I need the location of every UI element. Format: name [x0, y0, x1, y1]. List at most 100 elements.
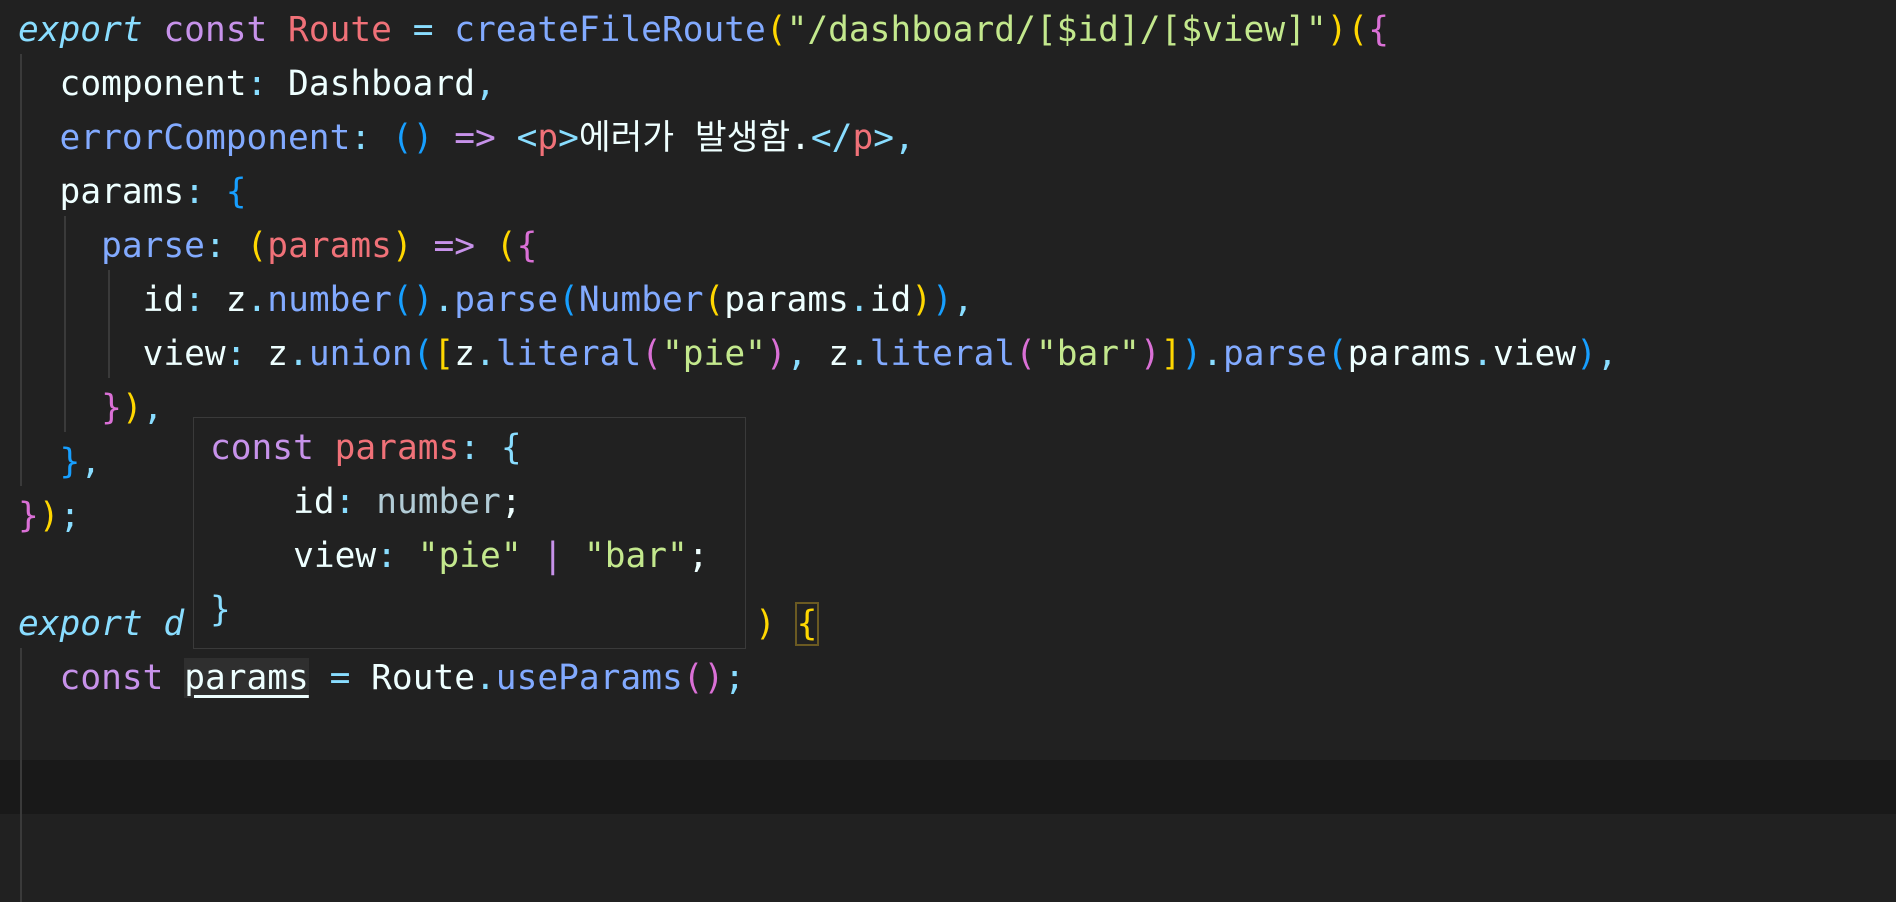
token: )	[38, 496, 60, 536]
token: .	[1202, 334, 1223, 374]
token: ]	[1160, 334, 1182, 374]
token: ,	[952, 280, 974, 320]
token: )	[755, 604, 776, 644]
code-line-4[interactable]: params: {	[18, 165, 1896, 219]
token: params	[59, 172, 185, 212]
token: :	[350, 118, 372, 158]
token: Route	[371, 658, 476, 698]
token: component	[59, 64, 247, 104]
token: .	[246, 280, 268, 320]
token: id	[142, 280, 185, 320]
token: >	[873, 118, 894, 158]
token: ()	[391, 118, 434, 158]
token: >	[558, 118, 579, 158]
token: union	[308, 334, 413, 374]
token: ,	[786, 334, 808, 374]
token: z	[225, 280, 247, 320]
token: =	[412, 10, 434, 50]
token: )	[765, 334, 787, 374]
token: )	[1326, 10, 1348, 50]
token: =	[329, 658, 351, 698]
token: {	[516, 226, 538, 266]
token: )	[911, 280, 933, 320]
token: view	[1493, 334, 1577, 374]
hovered-identifier[interactable]: params	[184, 658, 309, 698]
token: params	[724, 280, 849, 320]
token: parse	[101, 226, 205, 266]
token: <	[516, 118, 538, 158]
code-line-2[interactable]: component: Dashboard,	[18, 57, 1896, 111]
token: ;	[59, 496, 81, 536]
token: )	[121, 388, 143, 428]
token: :	[376, 536, 397, 576]
token: {	[500, 428, 522, 468]
token: )	[1139, 334, 1161, 374]
token: {	[1368, 10, 1389, 50]
token: "pie"	[662, 334, 766, 374]
matched-bracket: {	[794, 602, 820, 646]
token: }	[18, 496, 39, 536]
token: (	[703, 280, 725, 320]
token: }	[101, 388, 122, 428]
token: parse	[1222, 334, 1327, 374]
code-line-13[interactable]: const params = Route.useParams();	[18, 651, 1896, 705]
token: .	[288, 334, 309, 374]
token: {	[225, 172, 247, 212]
token: (	[1015, 334, 1036, 374]
token: (	[641, 334, 663, 374]
token: )	[1576, 334, 1597, 374]
token: view	[142, 334, 226, 374]
code-line-3[interactable]: errorComponent: () => <p>에러가 발생함.</p>,	[18, 111, 1896, 165]
token: ,	[80, 442, 102, 482]
token: p	[537, 118, 559, 158]
code-line-1[interactable]: export const Route = createFileRoute("/d…	[18, 3, 1896, 57]
token: const	[210, 428, 314, 468]
code-line-5[interactable]: parse: (params) => ({	[18, 219, 1896, 273]
token: parse	[454, 280, 559, 320]
token: params	[334, 428, 460, 468]
code-line-7[interactable]: view: z.union([z.literal("pie"), z.liter…	[18, 327, 1896, 381]
hover-line-4: }	[210, 583, 231, 637]
token: :	[184, 172, 205, 212]
token: )	[932, 280, 953, 320]
token: ;	[687, 536, 709, 576]
code-line-6[interactable]: id: z.number().parse(Number(params.id)),	[18, 273, 1896, 327]
token: number	[376, 482, 501, 522]
token: ,	[1596, 334, 1618, 374]
token: params	[1347, 334, 1473, 374]
token: id	[869, 280, 912, 320]
token: Route	[288, 10, 392, 50]
token: p	[852, 118, 874, 158]
token: :	[246, 64, 268, 104]
token: "pie"	[417, 536, 522, 576]
token: literal	[869, 334, 1016, 374]
token: </	[810, 118, 853, 158]
token: literal	[495, 334, 642, 374]
token: (	[1347, 10, 1369, 50]
token: 에러가 발생함.	[578, 118, 811, 158]
token: "/dashboard/[$id]/[$view]"	[786, 10, 1327, 50]
token: errorComponent	[59, 118, 351, 158]
token: "bar"	[1035, 334, 1140, 374]
token: ;	[724, 658, 746, 698]
token: ()	[682, 658, 725, 698]
token: )	[1181, 334, 1203, 374]
hover-line-2: id: number;	[210, 475, 522, 529]
token: z	[267, 334, 289, 374]
code-editor[interactable]: export const Route = createFileRoute("/d…	[0, 0, 1896, 902]
token: z	[454, 334, 476, 374]
token: (	[1326, 334, 1348, 374]
token: ;	[500, 482, 522, 522]
token: params	[267, 226, 392, 266]
token: }	[59, 442, 81, 482]
token: ,	[894, 118, 915, 158]
token: Dashboard	[288, 64, 475, 104]
token: :	[334, 482, 356, 522]
token: ,	[142, 388, 164, 428]
hover-line-3: view: "pie" | "bar";	[210, 529, 709, 583]
token: (	[495, 226, 517, 266]
token: export	[18, 604, 143, 644]
token: .	[1472, 334, 1493, 374]
token: (	[558, 280, 579, 320]
token: Number	[578, 280, 704, 320]
